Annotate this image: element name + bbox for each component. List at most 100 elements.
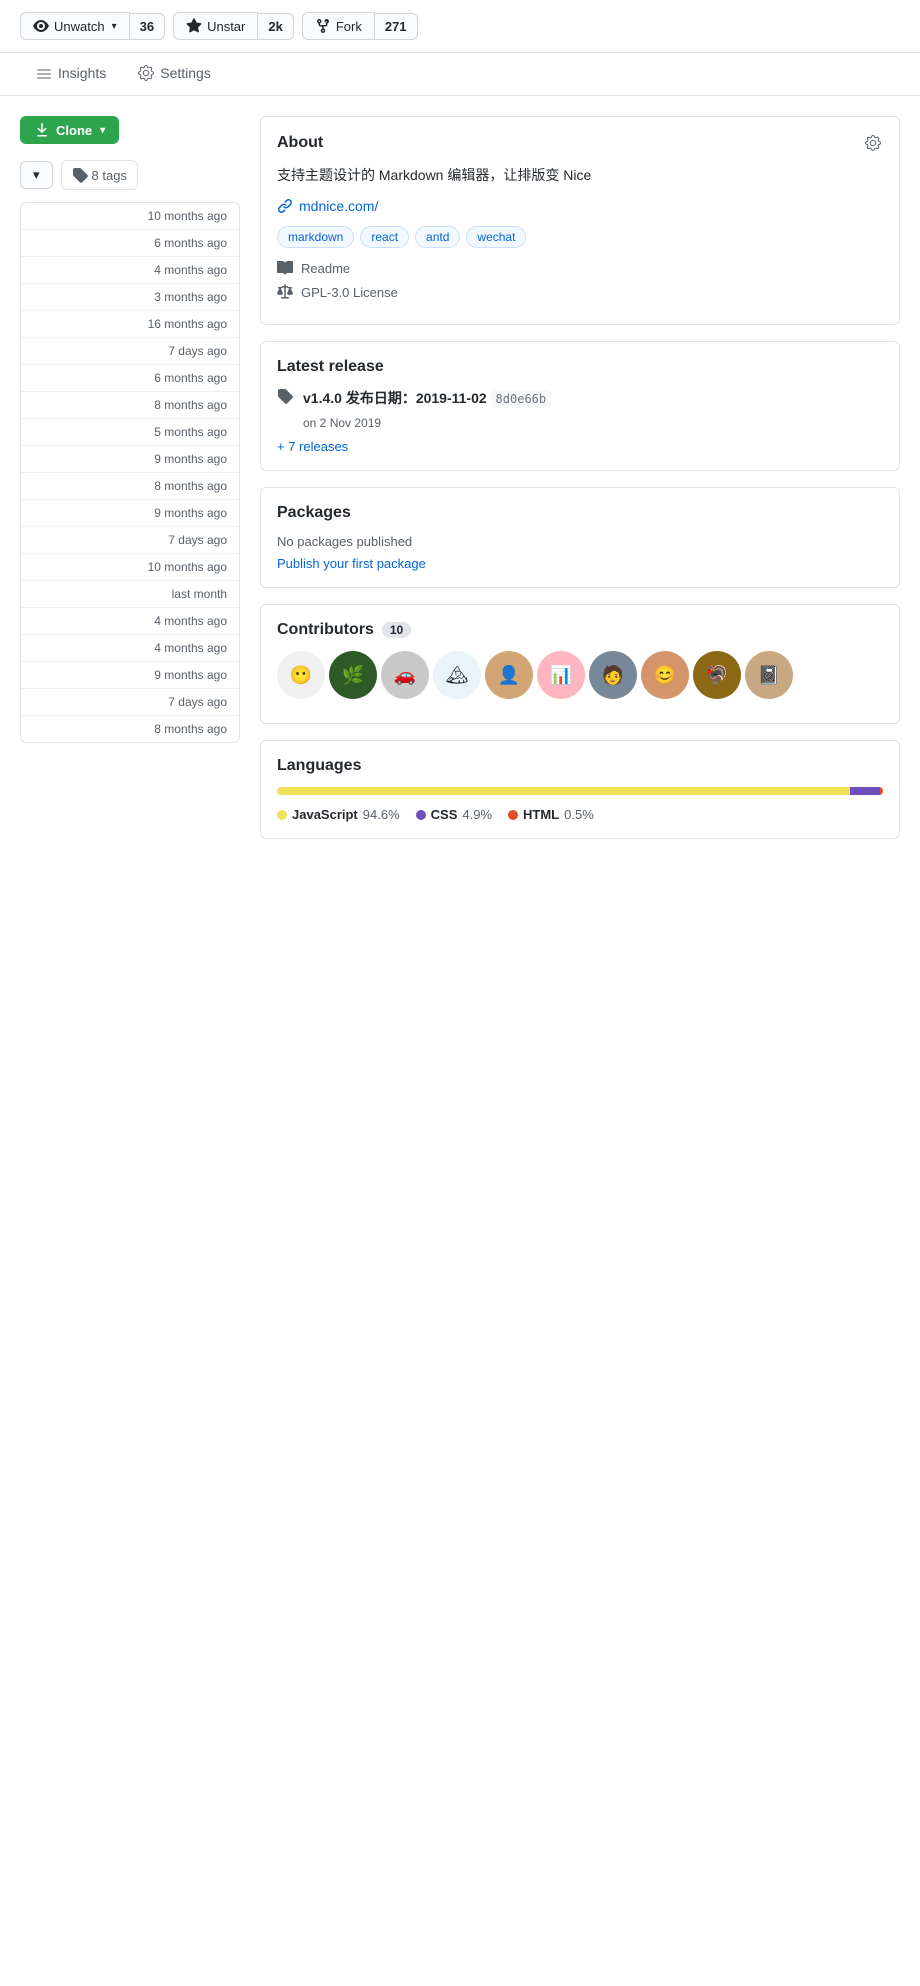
star-count[interactable]: 2k	[258, 13, 293, 40]
gear-icon	[865, 135, 881, 151]
language-segment	[850, 787, 880, 795]
file-row[interactable]: 10 months ago	[21, 554, 239, 581]
about-website[interactable]: mdnice.com/	[277, 198, 883, 214]
more-releases-link[interactable]: + 7 releases	[277, 439, 348, 454]
branch-area: ▾ 8 tags	[20, 160, 240, 190]
file-row[interactable]: 4 months ago	[21, 608, 239, 635]
contributor-avatar[interactable]: 🦃	[693, 651, 741, 699]
contributor-avatar[interactable]: 🏔	[433, 651, 481, 699]
branch-selector[interactable]: ▾	[20, 161, 53, 189]
right-column: About 支持主题设计的 Markdown 编辑器，让排版变 Nice mdn…	[260, 116, 900, 855]
file-row[interactable]: 7 days ago	[21, 689, 239, 716]
topic-tag[interactable]: wechat	[466, 226, 526, 248]
packages-title: Packages	[277, 504, 883, 522]
file-row[interactable]: 5 months ago	[21, 419, 239, 446]
contributor-avatar[interactable]: 🌿	[329, 651, 377, 699]
nav-tabs: Insights Settings	[0, 53, 920, 96]
file-row[interactable]: 9 months ago	[21, 662, 239, 689]
book-icon	[277, 260, 293, 276]
contributor-avatar[interactable]: 📓	[745, 651, 793, 699]
file-rows: 10 months ago 6 months ago 4 months ago 3 m…	[21, 203, 239, 742]
language-segment	[277, 787, 850, 795]
file-time: 7 days ago	[168, 344, 227, 358]
watch-count[interactable]: 36	[130, 13, 165, 40]
contributor-avatar[interactable]: 📊	[537, 651, 585, 699]
tab-settings[interactable]: Settings	[122, 53, 227, 95]
watch-group: Unwatch ▾ 36	[20, 12, 165, 40]
topic-tag[interactable]: antd	[415, 226, 460, 248]
release-date: on 2 Nov 2019	[303, 416, 883, 430]
file-row[interactable]: 4 months ago	[21, 635, 239, 662]
contributor-avatar[interactable]: 😊	[641, 651, 689, 699]
file-time: 9 months ago	[154, 668, 227, 682]
contributor-avatar[interactable]: 🧑	[589, 651, 637, 699]
publish-package-link[interactable]: Publish your first package	[277, 556, 426, 571]
star-group: Unstar 2k	[173, 12, 294, 40]
download-icon	[34, 122, 50, 138]
languages-section: Languages JavaScript 94.6% CSS 4.9% HTML…	[260, 740, 900, 839]
languages-title: Languages	[277, 757, 883, 775]
file-time: 6 months ago	[154, 236, 227, 250]
packages-section: Packages No packages published Publish y…	[260, 487, 900, 588]
contributors-title: Contributors	[277, 621, 374, 639]
tab-insights[interactable]: Insights	[20, 53, 122, 95]
about-description: 支持主题设计的 Markdown 编辑器，让排版变 Nice	[277, 165, 883, 186]
clone-button[interactable]: Clone ▾	[20, 116, 119, 144]
file-list: 10 months ago 6 months ago 4 months ago 3 m…	[20, 202, 240, 743]
topic-tag[interactable]: react	[360, 226, 409, 248]
tag-release-icon	[277, 388, 293, 404]
fork-icon	[315, 18, 331, 34]
file-row[interactable]: 8 months ago	[21, 473, 239, 500]
watch-button[interactable]: Unwatch ▾	[20, 12, 130, 40]
tag-icon	[72, 167, 88, 183]
fork-group: Fork 271	[302, 12, 418, 40]
language-segment	[880, 787, 883, 795]
insights-label: Insights	[58, 65, 106, 81]
file-row[interactable]: 8 months ago	[21, 392, 239, 419]
release-version: v1.4.0 发布日期：2019-11-02	[303, 390, 487, 406]
file-row[interactable]: 6 months ago	[21, 365, 239, 392]
file-time: 9 months ago	[154, 452, 227, 466]
file-row[interactable]: 6 months ago	[21, 230, 239, 257]
about-settings-button[interactable]	[863, 133, 883, 153]
contributor-avatar[interactable]: 😶	[277, 651, 325, 699]
file-row[interactable]: 7 days ago	[21, 527, 239, 554]
file-row[interactable]: 8 months ago	[21, 716, 239, 742]
top-bar: Unwatch ▾ 36 Unstar 2k Fork 271	[0, 0, 920, 53]
topic-tag[interactable]: markdown	[277, 226, 354, 248]
about-header: About	[277, 133, 883, 153]
star-button[interactable]: Unstar	[173, 12, 258, 40]
file-row[interactable]: 3 months ago	[21, 284, 239, 311]
language-list: JavaScript 94.6% CSS 4.9% HTML 0.5%	[277, 807, 883, 822]
file-time: 8 months ago	[154, 479, 227, 493]
star-icon	[186, 18, 202, 34]
packages-empty: No packages published	[277, 534, 883, 549]
file-row[interactable]: 4 months ago	[21, 257, 239, 284]
lang-dot	[416, 810, 426, 820]
file-row[interactable]: 10 months ago	[21, 203, 239, 230]
file-row[interactable]: last month	[21, 581, 239, 608]
avatars-row: 😶🌿🚗🏔👤📊🧑😊🦃📓	[277, 651, 883, 699]
fork-button[interactable]: Fork	[302, 12, 375, 40]
file-time: 6 months ago	[154, 371, 227, 385]
readme-label: Readme	[301, 261, 350, 276]
main-layout: Clone ▾ ▾ 8 tags 10 months ago 6 months a…	[0, 96, 920, 875]
contributor-avatar[interactable]: 👤	[485, 651, 533, 699]
tags-link[interactable]: 8 tags	[61, 160, 138, 190]
fork-count[interactable]: 271	[375, 13, 418, 40]
language-item: JavaScript 94.6%	[277, 807, 400, 822]
clone-section: Clone ▾	[20, 116, 240, 144]
file-row[interactable]: 7 days ago	[21, 338, 239, 365]
file-row[interactable]: 9 months ago	[21, 500, 239, 527]
language-item: CSS 4.9%	[416, 807, 492, 822]
file-time: 10 months ago	[148, 209, 227, 223]
file-time: 3 months ago	[154, 290, 227, 304]
file-row[interactable]: 16 months ago	[21, 311, 239, 338]
contributor-avatar[interactable]: 🚗	[381, 651, 429, 699]
contributors-section: Contributors 10 😶🌿🚗🏔👤📊🧑😊🦃📓	[260, 604, 900, 724]
file-row[interactable]: 9 months ago	[21, 446, 239, 473]
website-text: mdnice.com/	[299, 198, 378, 214]
tags-label: 8 tags	[92, 168, 127, 183]
file-time: 8 months ago	[154, 722, 227, 736]
eye-icon	[33, 18, 49, 34]
